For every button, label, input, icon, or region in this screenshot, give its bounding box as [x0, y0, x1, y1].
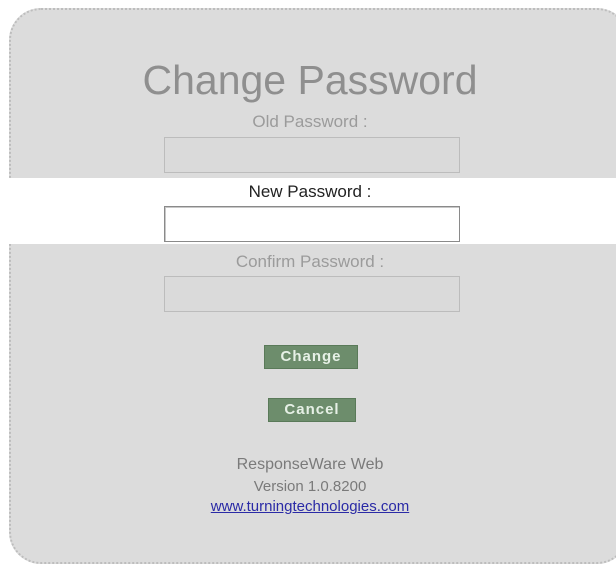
app-name: ResponseWare Web [236, 456, 384, 473]
new-password-label: New Password : [248, 182, 372, 201]
old-password-field[interactable] [164, 137, 460, 173]
new-password-field[interactable] [164, 206, 460, 242]
website-link[interactable]: www.turningtechnologies.com [0, 498, 616, 516]
confirm-password-field[interactable] [164, 276, 460, 312]
old-password-label: Old Password : [252, 112, 368, 131]
cancel-button[interactable]: Cancel [268, 398, 356, 422]
confirm-password-label: Confirm Password : [235, 252, 385, 271]
change-button[interactable]: Change [264, 345, 358, 369]
page-title: Change Password [142, 57, 478, 103]
app-version: Version 1.0.8200 [253, 478, 367, 495]
